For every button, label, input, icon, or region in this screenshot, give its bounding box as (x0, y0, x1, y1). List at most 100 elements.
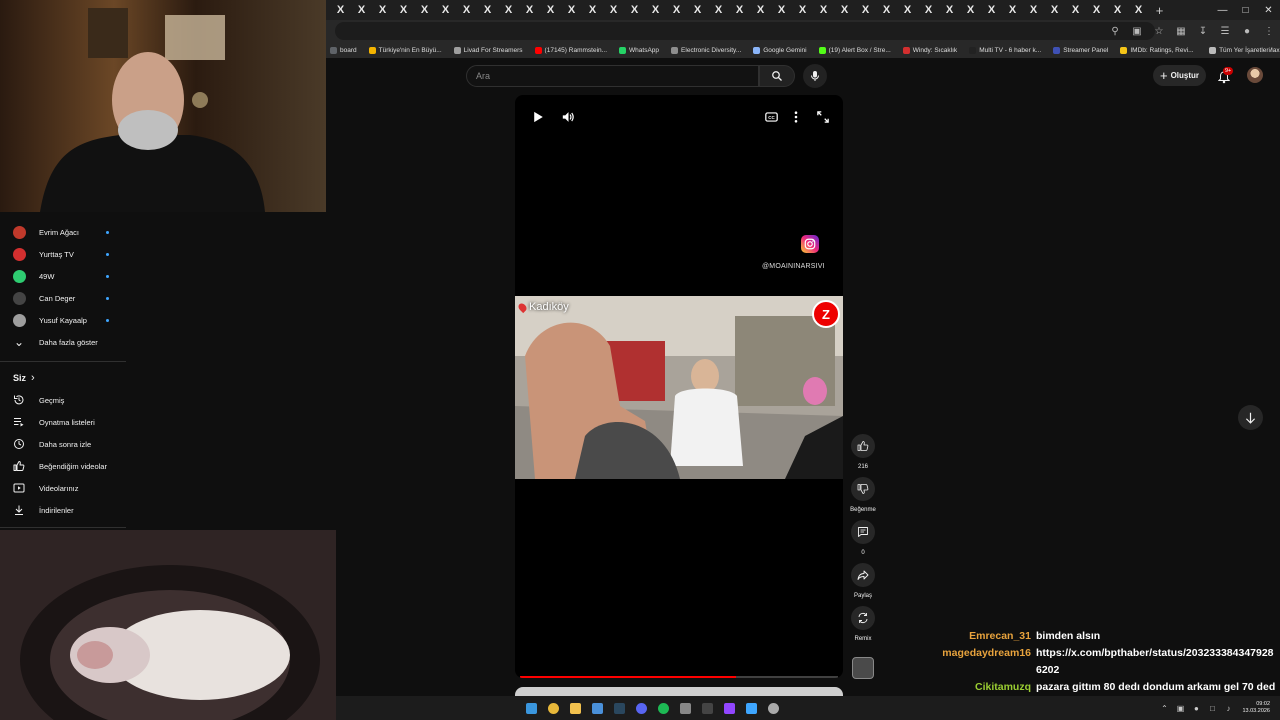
sidebar-subscription[interactable]: Can Deger (0, 287, 126, 309)
tab-close-button[interactable]: X (330, 0, 351, 20)
tab-close-button[interactable]: X (1086, 0, 1107, 20)
sidebar-subscription[interactable]: Evrim Ağacı (0, 221, 126, 243)
tab-close-button[interactable]: X (498, 0, 519, 20)
tab-close-button[interactable]: X (540, 0, 561, 20)
tab-close-button[interactable]: X (834, 0, 855, 20)
tab-close-button[interactable]: X (435, 0, 456, 20)
share-button[interactable] (851, 563, 875, 587)
bookmark-item[interactable]: Electronic Diversity... (665, 46, 747, 54)
search-input[interactable]: Ara (466, 65, 759, 87)
extensions-icon[interactable]: ▦ (1170, 20, 1192, 42)
tab-close-button[interactable]: X (1023, 0, 1044, 20)
tab-close-button[interactable]: X (666, 0, 687, 20)
tab-close-button[interactable]: X (372, 0, 393, 20)
maximize-button[interactable]: □ (1234, 0, 1257, 20)
mic-tray-icon[interactable]: ● (1190, 702, 1202, 714)
tab-close-button[interactable]: X (939, 0, 960, 20)
taskbar-app-app-purple[interactable] (718, 696, 740, 720)
sound-thumbnail[interactable] (852, 657, 874, 679)
show-more-button[interactable]: ⌄ Daha fazla göster (0, 331, 126, 353)
taskbar-app-file-explorer[interactable] (564, 696, 586, 720)
play-button[interactable] (531, 110, 545, 124)
sidebar-item-history[interactable]: Geçmiş (0, 389, 126, 411)
next-short-button[interactable] (1238, 405, 1263, 430)
taskbar-app-discord[interactable] (630, 696, 652, 720)
display-icon[interactable]: □ (1206, 702, 1218, 714)
tab-close-button[interactable]: X (624, 0, 645, 20)
taskbar-app-app-blue[interactable] (586, 696, 608, 720)
more-options-button[interactable] (789, 110, 803, 124)
bookmark-item[interactable]: Multi TV - 6 haber k... (963, 46, 1047, 54)
comment-button[interactable] (851, 520, 875, 544)
zoom-icon[interactable]: ⚲ (1104, 20, 1126, 42)
star-icon[interactable]: ☆ (1148, 20, 1170, 42)
tab-close-button[interactable]: X (393, 0, 414, 20)
tab-close-button[interactable]: X (414, 0, 435, 20)
tab-close-button[interactable]: X (813, 0, 834, 20)
tab-close-button[interactable]: X (561, 0, 582, 20)
sidebar-subscription[interactable]: Yurttaş TV (0, 243, 126, 265)
bookmark-item[interactable]: Windy: Sıcaklık (897, 46, 963, 54)
tab-close-button[interactable]: X (981, 0, 1002, 20)
close-window-button[interactable]: ✕ (1257, 0, 1280, 20)
like-button[interactable] (851, 434, 875, 458)
tab-close-button[interactable]: X (771, 0, 792, 20)
tab-close-button[interactable]: X (456, 0, 477, 20)
bookmark-item[interactable]: Google Gemini (747, 46, 812, 54)
all-bookmarks-button[interactable]: Tüm Yer İşaretleri (1203, 42, 1270, 58)
chevron-up-icon[interactable]: ⌃ (1158, 702, 1170, 714)
system-clock[interactable]: 09:02 13.03.2026 (1242, 701, 1270, 715)
sidebar-item-clock[interactable]: Daha sonra izle (0, 433, 126, 455)
taskbar-app-windows-start[interactable] (520, 696, 542, 720)
create-button[interactable]: + Oluştur (1153, 65, 1206, 86)
taskbar-app-chrome[interactable] (542, 696, 564, 720)
search-button[interactable] (759, 65, 795, 87)
voice-search-button[interactable] (803, 64, 827, 88)
menu-icon[interactable]: ⋮ (1258, 20, 1280, 42)
bookmark-item[interactable]: Türkiye'nin En Büyü... (363, 46, 448, 54)
taskbar-app-calculator[interactable] (674, 696, 696, 720)
tab-close-button[interactable]: X (1065, 0, 1086, 20)
tab-close-button[interactable]: X (351, 0, 372, 20)
speaker-icon[interactable]: ♪ (1222, 702, 1234, 714)
bookmark-item[interactable]: (17145) Rammstein... (529, 46, 614, 54)
cast-icon[interactable]: ▣ (1126, 20, 1148, 42)
tab-close-button[interactable]: X (792, 0, 813, 20)
you-section-header[interactable]: Siz › (0, 367, 126, 389)
sidebar-subscription[interactable]: Yusuf Kayaalp (0, 309, 126, 331)
progress-bar[interactable] (520, 676, 838, 678)
captions-button[interactable]: CC (764, 110, 778, 124)
taskbar-app-app-lightblue[interactable] (740, 696, 762, 720)
tab-close-button[interactable]: X (1107, 0, 1128, 20)
tab-close-button[interactable]: X (960, 0, 981, 20)
tab-close-button[interactable]: X (855, 0, 876, 20)
download-icon[interactable]: ↧ (1192, 20, 1214, 42)
tab-close-button[interactable]: X (519, 0, 540, 20)
tab-close-button[interactable]: X (645, 0, 666, 20)
tab-close-button[interactable]: X (687, 0, 708, 20)
sidebar-item-video[interactable]: Videolarınız (0, 477, 126, 499)
sidepanel-icon[interactable]: ☰ (1214, 20, 1236, 42)
bookmark-item[interactable]: board (324, 46, 363, 54)
taskbar-app-spotify[interactable] (652, 696, 674, 720)
fullscreen-button[interactable] (816, 110, 830, 124)
tab-close-button[interactable]: X (918, 0, 939, 20)
shorts-player[interactable]: CC @MOAININARSIVI Kadıköy Z (515, 95, 843, 678)
account-avatar[interactable] (1247, 67, 1263, 83)
tab-close-button[interactable]: X (1002, 0, 1023, 20)
tab-close-button[interactable]: X (582, 0, 603, 20)
taskbar-app-steam[interactable] (608, 696, 630, 720)
tab-close-button[interactable]: X (876, 0, 897, 20)
dislike-button[interactable] (851, 477, 875, 501)
bookmark-item[interactable]: Streamer Panel (1047, 46, 1114, 54)
bookmark-item[interactable]: Livad For Streamers (448, 46, 529, 54)
new-tab-button[interactable]: + (1149, 3, 1170, 18)
tab-close-button[interactable]: X (897, 0, 918, 20)
tab-close-button[interactable]: X (708, 0, 729, 20)
tab-close-button[interactable]: X (729, 0, 750, 20)
tab-close-button[interactable]: X (1044, 0, 1065, 20)
sidebar-item-download[interactable]: İndirilenler (0, 499, 126, 521)
remix-button[interactable] (851, 606, 875, 630)
sidebar-item-thumbs-up[interactable]: Beğendiğim videolar (0, 455, 126, 477)
network-icon[interactable]: ▣ (1174, 702, 1186, 714)
